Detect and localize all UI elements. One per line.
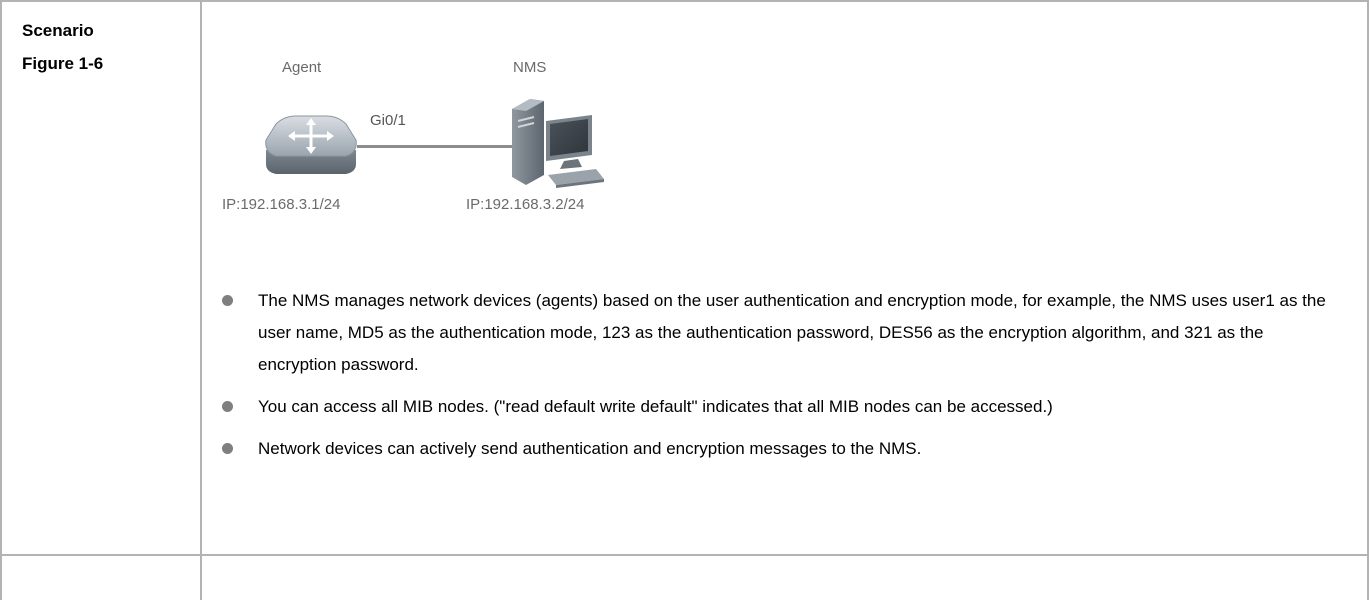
network-topology-figure: Agent NMS Gi0/1 IP:192.168.3.1/24 IP:192… — [222, 55, 642, 225]
bullet-dot-icon — [222, 295, 233, 306]
nms-label: NMS — [513, 59, 547, 76]
network-link — [357, 145, 512, 148]
list-item: Network devices can actively send authen… — [222, 433, 1332, 465]
switch-icon — [265, 115, 357, 174]
nms-ip-label: IP:192.168.3.2/24 — [466, 196, 585, 213]
table-left-border — [0, 0, 2, 600]
agent-ip-label: IP:192.168.3.1/24 — [222, 196, 341, 213]
table-top-border — [0, 0, 1369, 2]
figure-label: Figure 1-6 — [22, 54, 104, 73]
table-column-divider — [200, 0, 202, 600]
table-row-divider — [0, 554, 1369, 556]
scenario-bullet-list: The NMS manages network devices (agents)… — [222, 285, 1332, 475]
bullet-dot-icon — [222, 443, 233, 454]
scenario-label: Scenario — [22, 21, 94, 40]
list-item: You can access all MIB nodes. ("read def… — [222, 391, 1332, 423]
bullet-dot-icon — [222, 401, 233, 412]
port-label: Gi0/1 — [370, 112, 406, 129]
agent-label: Agent — [282, 59, 322, 76]
list-item: The NMS manages network devices (agents)… — [222, 285, 1332, 381]
list-item-text: Network devices can actively send authen… — [258, 439, 922, 458]
list-item-text: You can access all MIB nodes. ("read def… — [258, 397, 1053, 416]
list-item-text: The NMS manages network devices (agents)… — [258, 291, 1326, 374]
computer-icon — [512, 99, 604, 188]
